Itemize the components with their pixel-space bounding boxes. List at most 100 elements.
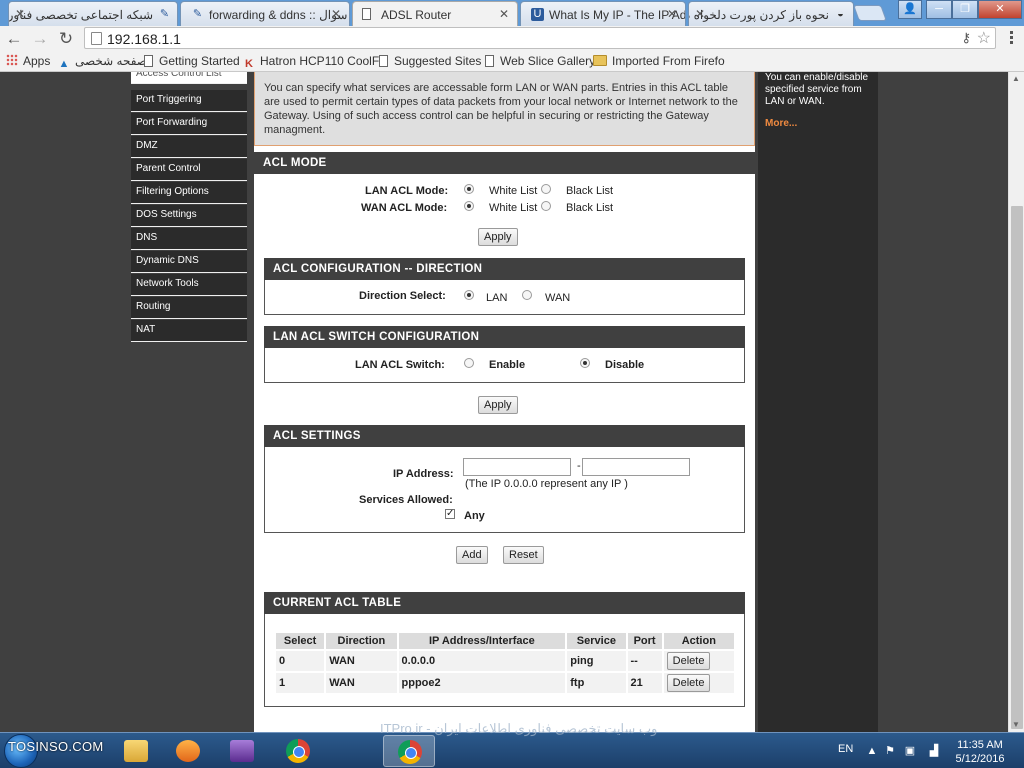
page-icon (144, 55, 153, 67)
lan-acl-disable-label: Disable (605, 359, 645, 371)
network-icon[interactable]: ▣ (904, 745, 916, 757)
col-select: Select (276, 633, 325, 649)
nav-parent-control[interactable]: Parent Control (131, 159, 247, 181)
lan-switch-apply-button[interactable]: Apply (478, 396, 518, 414)
page-icon (379, 55, 388, 67)
nav-filtering-options[interactable]: Filtering Options (131, 182, 247, 204)
language-indicator[interactable]: EN (838, 743, 853, 755)
lan-acl-enable-radio[interactable] (464, 358, 474, 368)
nav-network-tools[interactable]: Network Tools (131, 274, 247, 296)
col-ip-interface: IP Address/Interface (398, 633, 566, 649)
key-icon[interactable]: ⚷ (961, 30, 971, 46)
lan-black-list-radio[interactable] (541, 184, 551, 194)
nav-dmz[interactable]: DMZ (131, 136, 247, 158)
web-slice-gallery-bookmark[interactable]: Web Slice Gallery (485, 54, 595, 68)
bookmark-label: Imported From Firefo (612, 54, 725, 68)
forward-arrow-icon[interactable]: → (30, 29, 50, 49)
intro-text: You can specify what services are access… (254, 72, 755, 146)
more-link[interactable]: More... (765, 118, 797, 130)
lan-acl-disable-radio[interactable] (580, 358, 590, 368)
page-scrollbar[interactable]: ▲ ▼ (1008, 72, 1024, 732)
chrome-icon (398, 740, 422, 764)
close-tab-icon[interactable]: ✕ (667, 7, 677, 21)
scroll-up-arrow-icon[interactable]: ▲ (1012, 74, 1020, 83)
suggested-sites-bookmark[interactable]: Suggested Sites (379, 54, 481, 68)
lan-acl-switch-label: LAN ACL Switch: (355, 359, 445, 371)
acl-mode-heading: ACL MODE (254, 152, 755, 174)
wan-black-list-radio[interactable] (541, 201, 551, 211)
reset-acl-button[interactable]: Reset (503, 546, 544, 564)
ip-start-input[interactable] (463, 458, 571, 476)
system-clock[interactable]: 11:35 AM 5/12/2016 (950, 738, 1010, 766)
tab-adsl-router[interactable]: ADSL Router ✕ (352, 1, 518, 26)
tab-port-opening[interactable]: ◒ نحوه باز کردن پورت دلخواه در ✕ (688, 1, 854, 26)
nav-dns[interactable]: DNS (131, 228, 247, 250)
nav-port-triggering[interactable]: Port Triggering (131, 90, 247, 112)
tab-forwarding-ddns[interactable]: ✎ forwarding & ddns :: سوال ✕ (180, 1, 350, 26)
signal-icon[interactable]: ▟ (928, 745, 940, 757)
getting-started-bookmark[interactable]: Getting Started (144, 54, 240, 68)
tab-technology-network[interactable]: ✎ شبکه اجتماعی تخصصی فناوری ✕ (8, 1, 178, 26)
tray-arrow-icon[interactable]: ▲ (866, 745, 878, 757)
lan-white-list-radio[interactable] (464, 184, 474, 194)
hatron-bookmark[interactable]: K Hatron HCP110 CoolF (243, 54, 379, 71)
delete-row-button[interactable]: Delete (666, 652, 711, 670)
nav-routing[interactable]: Routing (131, 297, 247, 319)
close-tab-icon[interactable]: ✕ (331, 7, 341, 21)
taskbar-media-player[interactable] (162, 735, 214, 767)
bookmarks-bar: Apps ▲ صفحه شخصی Getting Started K Hatron … (0, 51, 1024, 72)
bookmark-label: Suggested Sites (394, 54, 482, 68)
nav-nat[interactable]: NAT (131, 320, 247, 342)
taskbar-chrome[interactable] (272, 735, 324, 767)
scrollbar-thumb[interactable] (1011, 206, 1023, 729)
address-bar[interactable]: 192.168.1.1 ⚷ ☆ (84, 27, 996, 49)
imported-firefox-bookmark[interactable]: Imported From Firefo (593, 54, 725, 68)
direction-lan-radio[interactable] (464, 290, 474, 300)
close-tab-icon[interactable]: ✕ (499, 7, 509, 21)
tab-what-is-my-ip[interactable]: U What Is My IP - The IP Ad ✕ (520, 1, 686, 26)
personal-page-bookmark[interactable]: ▲ صفحه شخصی (58, 54, 147, 71)
ip-end-input[interactable] (582, 458, 690, 476)
site-icon: ◒ (837, 8, 844, 20)
current-acl-table-heading: CURRENT ACL TABLE (264, 592, 745, 614)
hatron-logo-icon: K (245, 58, 253, 70)
close-tab-icon[interactable]: ✕ (15, 7, 25, 21)
acl-table-header-row: Select Direction IP Address/Interface Se… (276, 633, 734, 649)
direction-wan-radio[interactable] (522, 290, 532, 300)
close-window-button[interactable]: ✕ (978, 0, 1022, 19)
wan-white-list-radio[interactable] (464, 201, 474, 211)
close-tab-icon[interactable]: ✕ (695, 7, 705, 21)
reload-icon[interactable]: ↻ (56, 29, 76, 49)
action-center-icon[interactable]: ⚑ (884, 745, 896, 757)
browser-tab-bar: ✎ شبکه اجتماعی تخصصی فناوری ✕ ✎ forwardi… (0, 0, 1024, 26)
url-text[interactable]: 192.168.1.1 (107, 31, 181, 47)
nav-dynamic-dns[interactable]: Dynamic DNS (131, 251, 247, 273)
add-acl-button[interactable]: Add (456, 546, 488, 564)
nav-port-forwarding[interactable]: Port Forwarding (131, 113, 247, 135)
row-action: Delete (663, 673, 734, 693)
user-icon[interactable]: 👤 (898, 0, 922, 19)
maximize-button[interactable]: ❐ (952, 0, 978, 19)
row-ip: 0.0.0.0 (398, 651, 566, 671)
new-tab-button[interactable] (853, 5, 887, 21)
row-port: -- (627, 651, 662, 671)
apps-bookmark[interactable]: Apps (6, 54, 50, 68)
watermark-text: TOSINSO.COM (8, 739, 104, 754)
tab-title: forwarding & ddns :: سوال (209, 8, 348, 22)
nav-access-control-list[interactable]: Access Control List (131, 72, 247, 84)
scroll-down-arrow-icon[interactable]: ▼ (1012, 720, 1020, 729)
any-service-label: Any (464, 510, 485, 522)
col-service: Service (567, 633, 626, 649)
bookmark-star-icon[interactable]: ☆ (977, 28, 991, 48)
back-arrow-icon[interactable]: ← (4, 29, 24, 49)
any-service-checkbox[interactable]: ✓ (445, 509, 455, 519)
taskbar-visual-studio[interactable] (216, 735, 268, 767)
delete-row-button[interactable]: Delete (666, 674, 711, 692)
taskbar-explorer[interactable] (110, 735, 162, 767)
nav-dos-settings[interactable]: DOS Settings (131, 205, 247, 227)
taskbar-chrome-active[interactable] (383, 735, 435, 767)
minimize-button[interactable]: ─ (926, 0, 952, 19)
acl-mode-apply-button[interactable]: Apply (478, 228, 518, 246)
lan-black-list-label: Black List (566, 185, 614, 197)
chrome-menu-icon[interactable] (1004, 29, 1018, 47)
